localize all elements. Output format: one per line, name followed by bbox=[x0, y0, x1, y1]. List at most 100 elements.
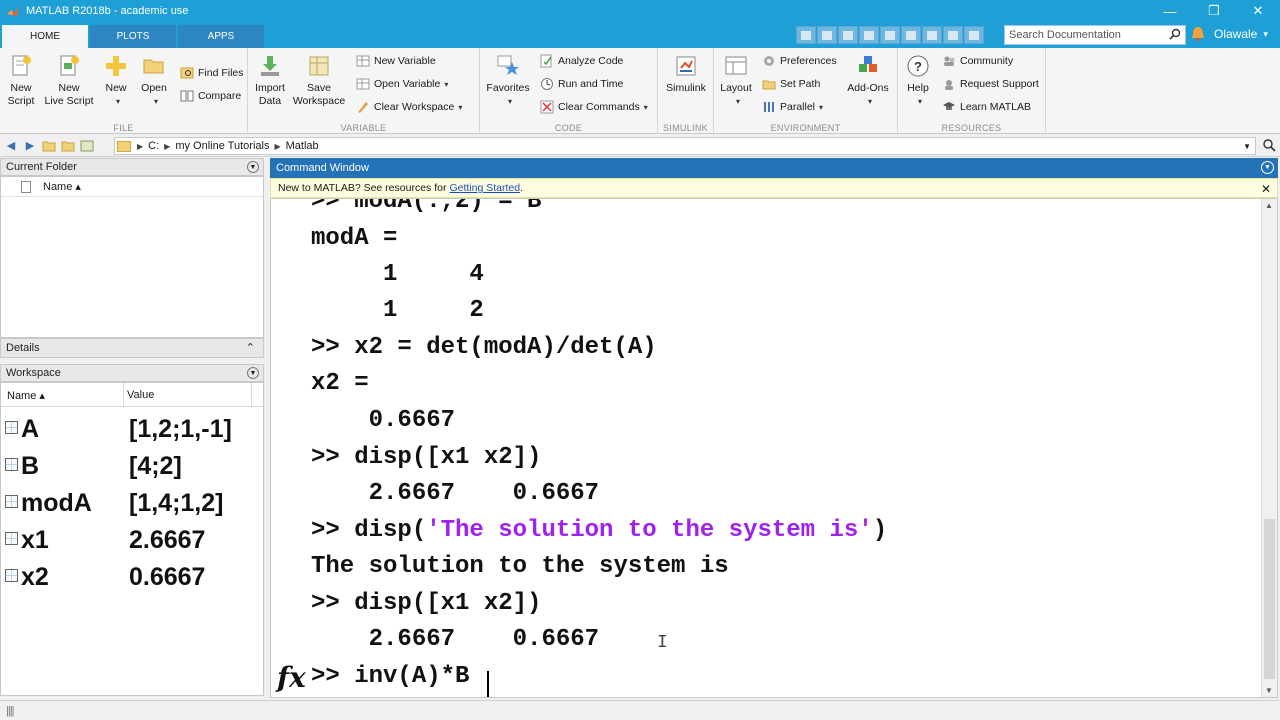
new-button[interactable]: New ▾ bbox=[100, 52, 132, 108]
paste-icon[interactable] bbox=[859, 26, 879, 44]
search-icon[interactable] bbox=[1262, 138, 1276, 152]
clear-workspace-button[interactable]: Clear Workspace ▾ bbox=[356, 100, 462, 114]
compare-button[interactable]: Compare bbox=[180, 89, 241, 103]
notification-bell-icon[interactable] bbox=[1190, 26, 1206, 42]
copy-icon[interactable] bbox=[838, 26, 858, 44]
command-window[interactable]: >> modA(:,2) = B modA = 1 4 1 2 >> x2 = … bbox=[270, 198, 1278, 698]
workspace-row[interactable]: x1 2.6667 bbox=[1, 522, 263, 559]
chevron-down-icon: ▾ bbox=[819, 102, 824, 112]
scrollbar-thumb[interactable] bbox=[1264, 519, 1275, 679]
tab-home[interactable]: HOME bbox=[2, 25, 88, 48]
undo-icon[interactable] bbox=[880, 26, 900, 44]
panel-actions-icon[interactable]: ▼ bbox=[247, 161, 259, 173]
workspace-panel: Name ▴ Value A [1,2;1,-1] B [4;2] modA [… bbox=[0, 382, 264, 696]
workspace-row[interactable]: B [4;2] bbox=[1, 448, 263, 485]
workspace-row[interactable]: x2 0.6667 bbox=[1, 559, 263, 596]
command-window-scrollbar[interactable]: ▲ ▼ bbox=[1261, 199, 1277, 697]
new-live-script-button[interactable]: New Live Script bbox=[42, 52, 96, 108]
up-folder-icon[interactable] bbox=[41, 138, 57, 154]
restore-button[interactable]: ❐ bbox=[1192, 0, 1236, 22]
forward-arrow-icon[interactable]: ▶ bbox=[22, 138, 38, 154]
analyze-code-button[interactable]: Analyze Code bbox=[540, 54, 623, 68]
scroll-up-icon[interactable]: ▲ bbox=[1265, 201, 1273, 210]
details-panel-header[interactable]: Details ⌃ bbox=[0, 338, 264, 358]
variable-value: [1,4;1,2] bbox=[129, 489, 224, 517]
path-segment[interactable]: my Online Tutorials bbox=[175, 140, 269, 152]
workspace-row[interactable]: modA [1,4;1,2] bbox=[1, 485, 263, 522]
command-window-header[interactable]: Command Window ▼ bbox=[270, 158, 1278, 178]
title-bar: MATLAB R2018b - academic use — ❐ ✕ bbox=[0, 0, 1280, 22]
clear-workspace-icon bbox=[358, 102, 368, 113]
find-files-button[interactable]: Find Files bbox=[180, 66, 244, 80]
community-button[interactable]: Community bbox=[942, 54, 1013, 68]
function-browser-icon[interactable]: fx bbox=[277, 661, 306, 694]
clear-commands-button[interactable]: Clear Commands ▾ bbox=[540, 100, 648, 114]
help-icon[interactable] bbox=[943, 26, 963, 44]
workspace-panel-header[interactable]: Workspace ▼ bbox=[0, 364, 264, 382]
panel-actions-icon[interactable]: ▼ bbox=[247, 367, 259, 379]
cut-icon[interactable] bbox=[817, 26, 837, 44]
browse-path-icon[interactable] bbox=[79, 138, 95, 154]
favorites-button[interactable]: Favorites ▾ bbox=[484, 52, 532, 108]
customize-icon[interactable] bbox=[964, 26, 984, 44]
tab-plots[interactable]: PLOTS bbox=[90, 25, 176, 48]
tab-apps[interactable]: APPS bbox=[178, 25, 264, 48]
output-line: The solution to the system is bbox=[311, 553, 729, 580]
svg-text:?: ? bbox=[914, 59, 922, 74]
code-group-label: CODE bbox=[554, 123, 583, 133]
save-icon[interactable] bbox=[796, 26, 816, 44]
chevron-up-icon[interactable]: ⌃ bbox=[246, 341, 255, 354]
path-segment[interactable]: C: bbox=[148, 140, 159, 152]
path-segment[interactable]: Matlab bbox=[286, 140, 319, 152]
close-icon[interactable]: ✕ bbox=[1261, 182, 1271, 196]
set-path-button[interactable]: Set Path bbox=[762, 77, 820, 91]
current-folder-path[interactable]: ▶ C: ▶ my Online Tutorials ▶ Matlab ▼ bbox=[114, 137, 1256, 155]
search-icon[interactable] bbox=[1169, 28, 1181, 40]
scroll-down-icon[interactable]: ▼ bbox=[1265, 686, 1273, 695]
open-variable-button[interactable]: Open Variable ▾ bbox=[356, 77, 448, 91]
new-variable-button[interactable]: New Variable bbox=[356, 54, 436, 68]
search-documentation-input[interactable]: Search Documentation bbox=[1004, 25, 1186, 45]
chevron-down-icon: ▾ bbox=[458, 102, 463, 112]
open-button[interactable]: Open ▾ bbox=[138, 52, 170, 108]
browse-folder-icon[interactable] bbox=[60, 138, 76, 154]
layout-button[interactable]: Layout ▾ bbox=[718, 52, 754, 108]
command-line: >> modA(:,2) = B bbox=[311, 198, 542, 215]
simulink-group-label: SIMULINK bbox=[663, 123, 708, 133]
run-and-time-button[interactable]: Run and Time bbox=[540, 77, 623, 91]
new-script-button[interactable]: New Script bbox=[4, 52, 38, 108]
chevron-down-icon: ▾ bbox=[444, 79, 449, 89]
request-support-button[interactable]: Request Support bbox=[942, 77, 1039, 91]
command-line: >> x2 = det(modA)/det(A) bbox=[311, 334, 657, 361]
close-button[interactable]: ✕ bbox=[1236, 0, 1280, 22]
run-and-time-label: Run and Time bbox=[558, 78, 624, 90]
name-column-header[interactable]: Name ▴ bbox=[43, 180, 81, 193]
workspace-name-column[interactable]: Name ▴ bbox=[7, 389, 45, 402]
simulink-button[interactable]: Simulink bbox=[664, 52, 708, 95]
current-command-input[interactable]: >> inv(A)*B bbox=[311, 660, 469, 694]
parallel-button[interactable]: Parallel ▾ bbox=[762, 100, 823, 114]
path-separator-icon: ▶ bbox=[274, 141, 281, 151]
workspace-value-column[interactable]: Value bbox=[127, 389, 154, 401]
preferences-button[interactable]: Preferences bbox=[762, 54, 837, 68]
workspace-row[interactable]: A [1,2;1,-1] bbox=[1, 411, 263, 448]
chevron-down-icon[interactable]: ▼ bbox=[1243, 142, 1251, 151]
current-folder-panel-header[interactable]: Current Folder ▼ bbox=[0, 158, 264, 176]
compare-label: Compare bbox=[198, 90, 242, 102]
request-support-label: Request Support bbox=[960, 78, 1039, 90]
redo-icon[interactable] bbox=[901, 26, 921, 44]
folder-icon bbox=[117, 140, 131, 152]
plus-icon bbox=[104, 54, 128, 78]
minimize-button[interactable]: — bbox=[1148, 0, 1192, 22]
help-button[interactable]: ? Help ▾ bbox=[902, 52, 934, 108]
switch-windows-icon[interactable] bbox=[922, 26, 942, 44]
panel-actions-icon[interactable]: ▼ bbox=[1261, 161, 1274, 174]
chevron-down-icon: ▾ bbox=[917, 97, 922, 106]
back-arrow-icon[interactable]: ◀ bbox=[3, 138, 19, 154]
save-workspace-button[interactable]: Save Workspace bbox=[290, 52, 348, 108]
getting-started-link[interactable]: Getting Started bbox=[449, 182, 520, 194]
add-ons-button[interactable]: Add-Ons ▾ bbox=[846, 52, 890, 108]
user-account-menu[interactable]: Olawale ▾ bbox=[1190, 26, 1268, 42]
import-data-button[interactable]: Import Data bbox=[252, 52, 288, 108]
learn-matlab-button[interactable]: Learn MATLAB bbox=[942, 100, 1031, 114]
